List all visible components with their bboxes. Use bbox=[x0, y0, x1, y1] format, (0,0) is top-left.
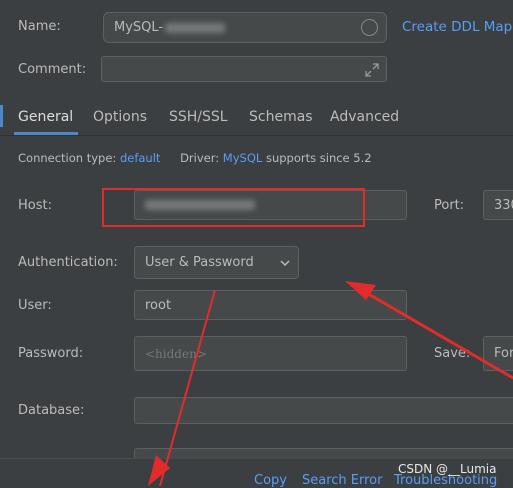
annotation-line-left bbox=[159, 289, 216, 486]
annotation-line-right bbox=[364, 290, 513, 380]
annotation-arrows bbox=[148, 281, 513, 486]
